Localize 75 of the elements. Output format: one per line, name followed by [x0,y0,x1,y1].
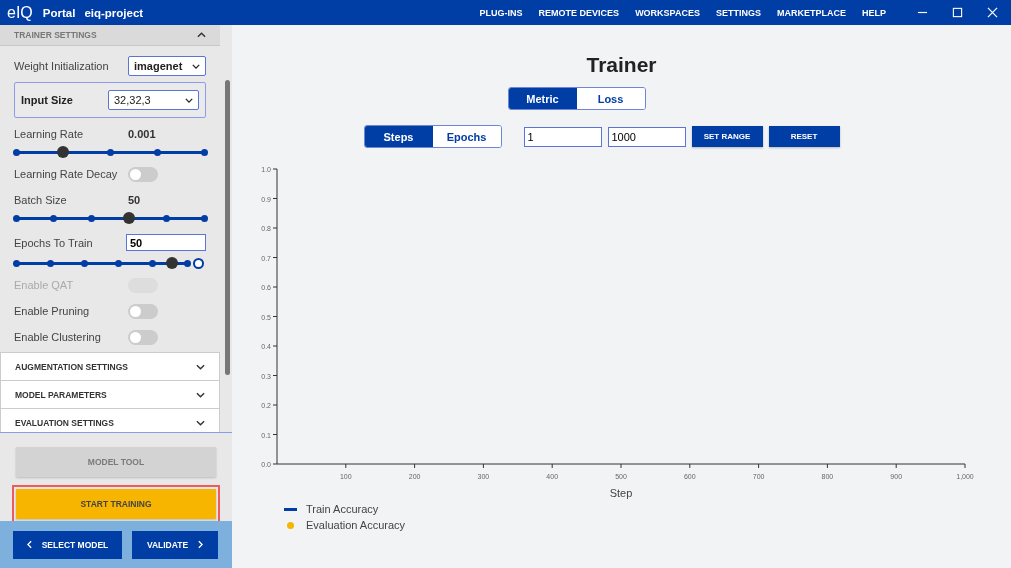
ring-icon [193,257,204,269]
setting-label: Epochs To Train [14,236,93,249]
slider-thumb[interactable] [57,145,69,158]
setting-label: Batch Size [14,194,67,206]
action-button[interactable]: START TRAINING [16,489,216,519]
accordion-title: AUGMENTATION SETTINGS [15,361,128,372]
slider-stop [183,259,191,267]
select-field[interactable]: 32,32,3 [108,90,199,110]
legend-label: Evaluation Accuracy [306,519,406,531]
caret-icon [192,63,200,69]
caret-icon [185,97,193,103]
select-field[interactable]: imagenet [128,56,206,76]
menu-link[interactable]: MARKETPLACE [777,7,846,18]
range-to-field[interactable]: 1000 [607,126,686,147]
slider-stop [46,259,54,267]
setting-label: Learning Rate [14,128,84,140]
slider-stop [200,214,208,222]
close-icon[interactable] [987,7,998,18]
menu-link[interactable]: PLUG-INS [479,7,523,18]
slider-stop [162,214,170,222]
chevron-up-icon [197,32,206,38]
slider-stop [80,259,88,267]
setting-label: Enable Clustering [14,331,102,343]
menu-link[interactable]: REMOTE DEVICES [538,7,620,18]
app-title: Portal [42,6,76,19]
accordion-header[interactable]: MODEL PARAMETERS [0,380,220,409]
page-title: Trainer [586,53,657,77]
chart-button[interactable]: SET RANGE [691,126,763,147]
slider-thumb[interactable] [122,211,135,224]
slider-stop [12,259,20,267]
setting-label: Enable Pruning [14,305,91,317]
slider-stop [87,214,95,222]
segment-tab[interactable]: Epochs [432,126,501,147]
scrollbar[interactable] [225,80,230,375]
slider-stop [153,148,161,156]
slider-stop [50,214,58,222]
slider-stop [12,148,20,156]
chevron-right-icon [198,540,204,549]
nav-button[interactable]: VALIDATE [132,530,218,559]
input-field[interactable]: 50 [126,234,206,251]
maximize-icon[interactable] [952,7,963,18]
slider-thumb[interactable] [165,256,178,269]
slider-stop [149,259,157,267]
segment-tab[interactable]: Steps [364,126,433,147]
accordion-title: EVALUATION SETTINGS [15,417,114,428]
chevron-left-icon [26,540,32,549]
toggle-switch[interactable] [128,303,158,319]
legend-label: Train Accuracy [306,503,379,515]
setting-value: 0.001 [128,128,157,140]
menu-link[interactable]: WORKSPACES [635,7,700,18]
nav-button[interactable]: SELECT MODEL [13,530,122,559]
toggle-switch[interactable] [128,166,158,182]
accordion-header[interactable]: AUGMENTATION SETTINGS [0,352,220,381]
segment-tab[interactable]: Loss [576,88,645,109]
chart-button[interactable]: RESET [768,126,840,147]
setting-label: Weight Initialization [14,60,109,72]
slider-stop [115,259,123,267]
accordion-title: MODEL PARAMETERS [15,389,107,400]
segment-tab[interactable]: Metric [508,88,577,109]
menu-link[interactable]: HELP [862,7,886,18]
logo: eIQ [7,3,33,22]
setting-value: 50 [128,194,142,206]
slider-stop [200,148,208,156]
setting-label: Enable QAT [14,279,75,291]
x-axis-label: Step [609,487,633,499]
toggle-switch[interactable] [128,329,158,345]
section-title: TRAINER SETTINGS [14,30,97,40]
menu-link[interactable]: SETTINGS [715,7,761,18]
setting-label: Learning Rate Decay [14,168,119,180]
setting-label: Input Size [21,94,73,106]
slider-stop [106,148,114,156]
accordion-header[interactable]: EVALUATION SETTINGS [0,408,220,432]
range-from-field[interactable]: 1 [523,126,602,147]
slider-stop [12,214,20,222]
project-name: eiq-project [84,6,144,19]
